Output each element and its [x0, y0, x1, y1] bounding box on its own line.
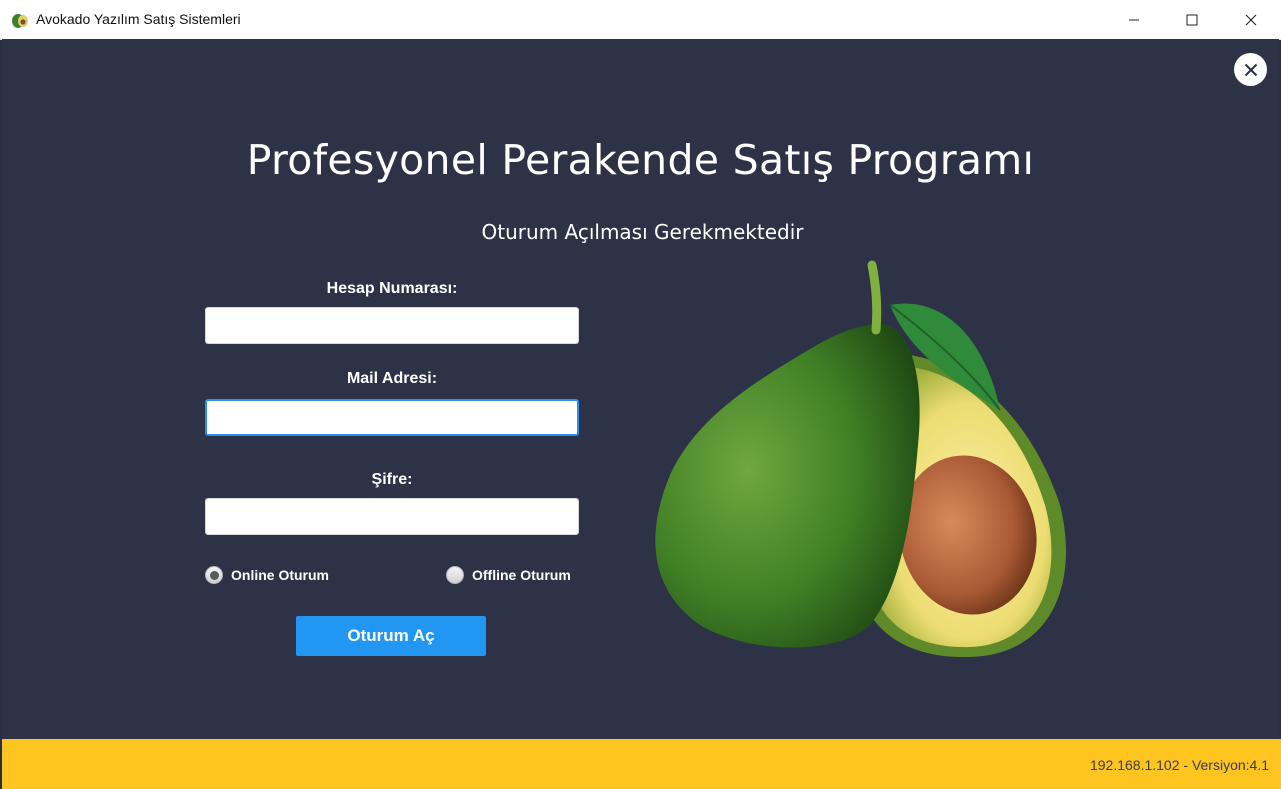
window-title: Avokado Yazılım Satış Sistemleri — [36, 11, 241, 27]
ip-version-text: 192.168.1.102 - Versiyon:4.1 — [1089, 757, 1269, 773]
page-title: Profesyonel Perakende Satış Programı — [246, 136, 1035, 184]
online-session-radio[interactable]: Online Oturum — [205, 566, 329, 584]
minimize-icon — [1129, 19, 1139, 20]
maximize-icon — [1186, 14, 1198, 25]
account-number-label: Hesap Numarası: — [326, 280, 458, 297]
login-button[interactable]: Oturum Aç — [296, 616, 486, 656]
minimize-button[interactable] — [1105, 0, 1163, 39]
status-bar: 192.168.1.102 - Versiyon:4.1 — [2, 739, 1281, 789]
mail-address-input[interactable] — [205, 399, 579, 436]
radio-selected-icon — [205, 566, 223, 584]
close-icon — [1244, 63, 1257, 76]
offline-session-label: Offline Oturum — [472, 567, 571, 583]
offline-session-radio[interactable]: Offline Oturum — [446, 566, 571, 584]
window-close-button[interactable] — [1221, 0, 1281, 39]
title-bar: Avokado Yazılım Satış Sistemleri — [0, 0, 1281, 40]
maximize-button[interactable] — [1163, 0, 1221, 39]
account-number-input[interactable] — [205, 307, 579, 344]
app-window: Avokado Yazılım Satış Sistemleri Profesy… — [0, 0, 1281, 789]
avocado-icon — [12, 14, 28, 28]
page-subtitle: Oturum Açılması Gerekmektedir — [481, 220, 804, 244]
online-session-label: Online Oturum — [231, 567, 329, 583]
avocado-illustration — [655, 260, 1066, 658]
close-icon — [1245, 14, 1257, 25]
dialog-close-button[interactable] — [1234, 53, 1267, 86]
radio-unselected-icon — [446, 566, 464, 584]
password-input[interactable] — [205, 498, 579, 535]
password-label: Şifre: — [371, 471, 413, 488]
mail-address-label: Mail Adresi: — [346, 370, 438, 387]
